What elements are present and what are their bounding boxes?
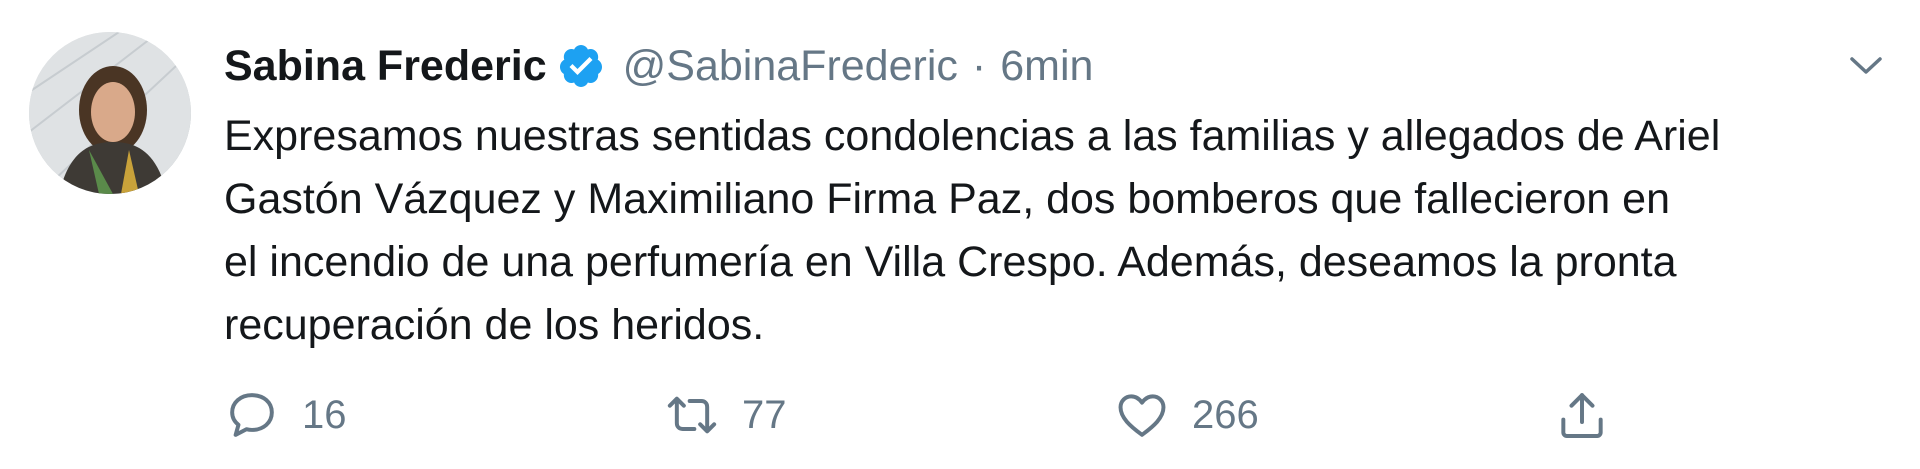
tweet-card: Sabina Frederic @SabinaFrederic · 6min E… — [0, 0, 1920, 469]
avatar[interactable] — [29, 32, 191, 194]
tweet-text-line: recuperación de los heridos. — [224, 301, 765, 349]
share-icon — [1561, 393, 1603, 438]
author-handle[interactable]: @SabinaFrederic — [623, 42, 958, 91]
tweet-text-line: Expresamos nuestras sentidas condolencia… — [224, 112, 1721, 160]
like-count: 266 — [1192, 392, 1259, 437]
reply-button[interactable]: 16 — [224, 385, 347, 445]
retweet-icon — [667, 396, 717, 434]
tweet-actions: 16 77 266 — [224, 385, 1904, 445]
tweet-text-line: el incendio de una perfumería en Villa C… — [224, 238, 1677, 286]
reply-icon — [230, 393, 274, 437]
tweet-timestamp[interactable]: 6min — [1000, 42, 1093, 91]
chevron-down-icon[interactable] — [1846, 50, 1886, 80]
profile-photo — [29, 32, 191, 194]
reply-count: 16 — [302, 392, 347, 437]
retweet-button[interactable]: 77 — [664, 385, 787, 445]
author-name[interactable]: Sabina Frederic — [224, 42, 547, 91]
heart-icon — [1118, 394, 1166, 437]
separator-dot: · — [971, 41, 987, 90]
tweet-header: Sabina Frederic @SabinaFrederic · 6min — [224, 36, 1093, 96]
like-button[interactable]: 266 — [1114, 385, 1259, 445]
retweet-count: 77 — [742, 392, 787, 437]
tweet-text-line: Gastón Vázquez y Maximiliano Firma Paz, … — [224, 175, 1670, 223]
tweet-text: Expresamos nuestras sentidas condolencia… — [224, 105, 1904, 357]
share-button[interactable] — [1554, 385, 1610, 445]
verified-badge-icon — [559, 45, 602, 87]
